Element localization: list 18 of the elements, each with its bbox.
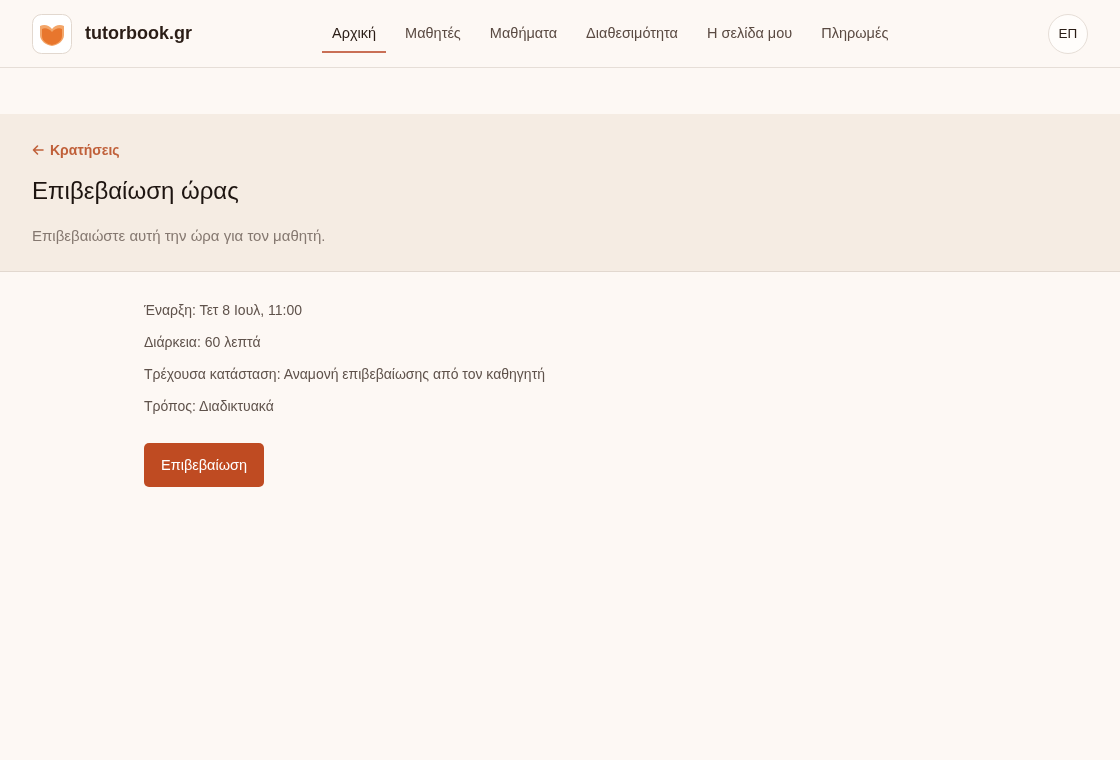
book-logo-icon (32, 13, 72, 54)
back-link[interactable]: Κρατήσεις (32, 142, 120, 158)
page-title: Επιβεβαίωση ώρας (32, 177, 240, 205)
detail-text: Έναρξη: Τετ 8 Ιουλ, 11:00 (144, 301, 303, 320)
confirm-button[interactable]: Επιβεβαίωση (144, 443, 264, 487)
user-avatar[interactable]: ΕΠ (1048, 13, 1088, 54)
detail-text: Τρέχουσα κατάσταση: Αναμονή επιβεβαίωσης από τον καθηγητή (144, 365, 545, 384)
nav-tab[interactable]: Μαθήματα (479, 0, 568, 53)
detail-text: Τρόπος: Διαδικτυακά (144, 397, 274, 416)
nav-tab[interactable]: Διαθεσιμότητα (576, 0, 688, 53)
page-subtitle: Επιβεβαιώστε αυτή την ώρα για τον μαθητή. (32, 227, 327, 244)
brand-name[interactable]: tutorbook.gr (85, 23, 192, 44)
arrow-left-icon (32, 144, 44, 156)
nav-tab[interactable]: Πληρωμές (811, 0, 899, 53)
detail-text: Διάρκεια: 60 λεπτά (144, 333, 261, 352)
nav-tab[interactable]: Η σελίδα μου (697, 0, 803, 53)
nav-tab[interactable]: Αρχική (322, 0, 387, 53)
nav-tab[interactable]: Μαθητές (395, 0, 471, 53)
